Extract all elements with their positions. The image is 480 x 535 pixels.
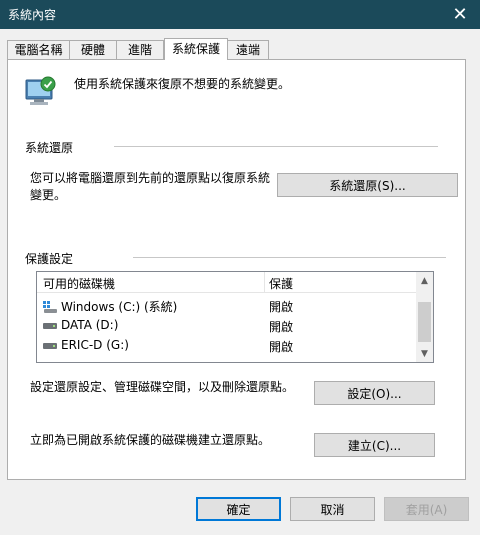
- create-description: 立即為已開啟系統保護的磁碟機建立還原點。: [30, 433, 271, 447]
- tab-remote[interactable]: 遠端: [227, 40, 269, 59]
- scroll-thumb[interactable]: [418, 302, 431, 342]
- column-header-protection[interactable]: 保護: [269, 275, 293, 292]
- column-separator[interactable]: [264, 272, 265, 292]
- configure-button[interactable]: 設定(O)...: [314, 381, 435, 405]
- title-bar: 系統內容 ✕: [0, 0, 480, 29]
- drive-row-c[interactable]: Windows (C:) (系統) 開啟: [37, 296, 416, 316]
- system-drive-icon: [43, 300, 57, 313]
- window-title: 系統內容: [8, 8, 57, 22]
- tab-computer-name[interactable]: 電腦名稱: [7, 40, 70, 59]
- apply-button[interactable]: 套用(A): [384, 497, 469, 521]
- cancel-button[interactable]: 取消: [290, 497, 375, 521]
- ok-button[interactable]: 確定: [196, 497, 281, 521]
- drive-row-d[interactable]: DATA (D:) 開啟: [37, 316, 416, 336]
- drive-name: Windows (C:) (系統): [61, 300, 178, 314]
- restore-description: 您可以將電腦還原到先前的還原點以復原系統變更。: [30, 171, 271, 202]
- system-protection-panel: 使用系統保護來復原不想要的系統變更。 系統還原 您可以將電腦還原到先前的還原點以…: [7, 59, 466, 480]
- protection-group-divider: [133, 257, 446, 258]
- restore-group-label: 系統還原: [25, 141, 74, 155]
- system-restore-button[interactable]: 系統還原(S)...: [277, 173, 458, 197]
- tab-system-protection[interactable]: 系統保護: [164, 38, 228, 60]
- system-protection-icon: [25, 76, 56, 105]
- scroll-down-icon[interactable]: ▼: [416, 345, 433, 362]
- drive-name: DATA (D:): [61, 318, 119, 332]
- configure-description: 設定還原設定、管理磁碟空間，以及刪除還原點。: [30, 380, 295, 394]
- drive-protection-status: 開啟: [269, 300, 294, 314]
- header-description: 使用系統保護來復原不想要的系統變更。: [74, 77, 291, 91]
- drives-list[interactable]: 可用的磁碟機 保護 Windows (C:) (系統) 開啟 DATA (D:)…: [36, 271, 434, 363]
- drive-icon: [43, 343, 57, 349]
- protection-group-label: 保護設定: [25, 252, 74, 266]
- scroll-up-icon[interactable]: ▲: [416, 272, 433, 289]
- create-button[interactable]: 建立(C)...: [314, 433, 435, 457]
- restore-group-divider: [114, 146, 438, 147]
- column-header-drive[interactable]: 可用的磁碟機: [43, 275, 115, 292]
- system-properties-window: 系統內容 ✕ 電腦名稱 硬體 進階 系統保護 遠端 使用系統保護來復原不想要的系…: [0, 0, 480, 535]
- drive-row-g[interactable]: ERIC-D (G:) 開啟: [37, 336, 416, 356]
- tab-advanced[interactable]: 進階: [116, 40, 164, 59]
- tab-hardware[interactable]: 硬體: [69, 40, 117, 59]
- drive-icon: [43, 323, 57, 329]
- drive-protection-status: 開啟: [269, 320, 294, 334]
- drive-protection-status: 開啟: [269, 340, 294, 354]
- drives-list-scrollbar[interactable]: ▲ ▼: [416, 272, 433, 362]
- close-icon[interactable]: ✕: [440, 0, 480, 29]
- drive-name: ERIC-D (G:): [61, 338, 129, 352]
- drives-list-header: 可用的磁碟機 保護: [37, 272, 416, 293]
